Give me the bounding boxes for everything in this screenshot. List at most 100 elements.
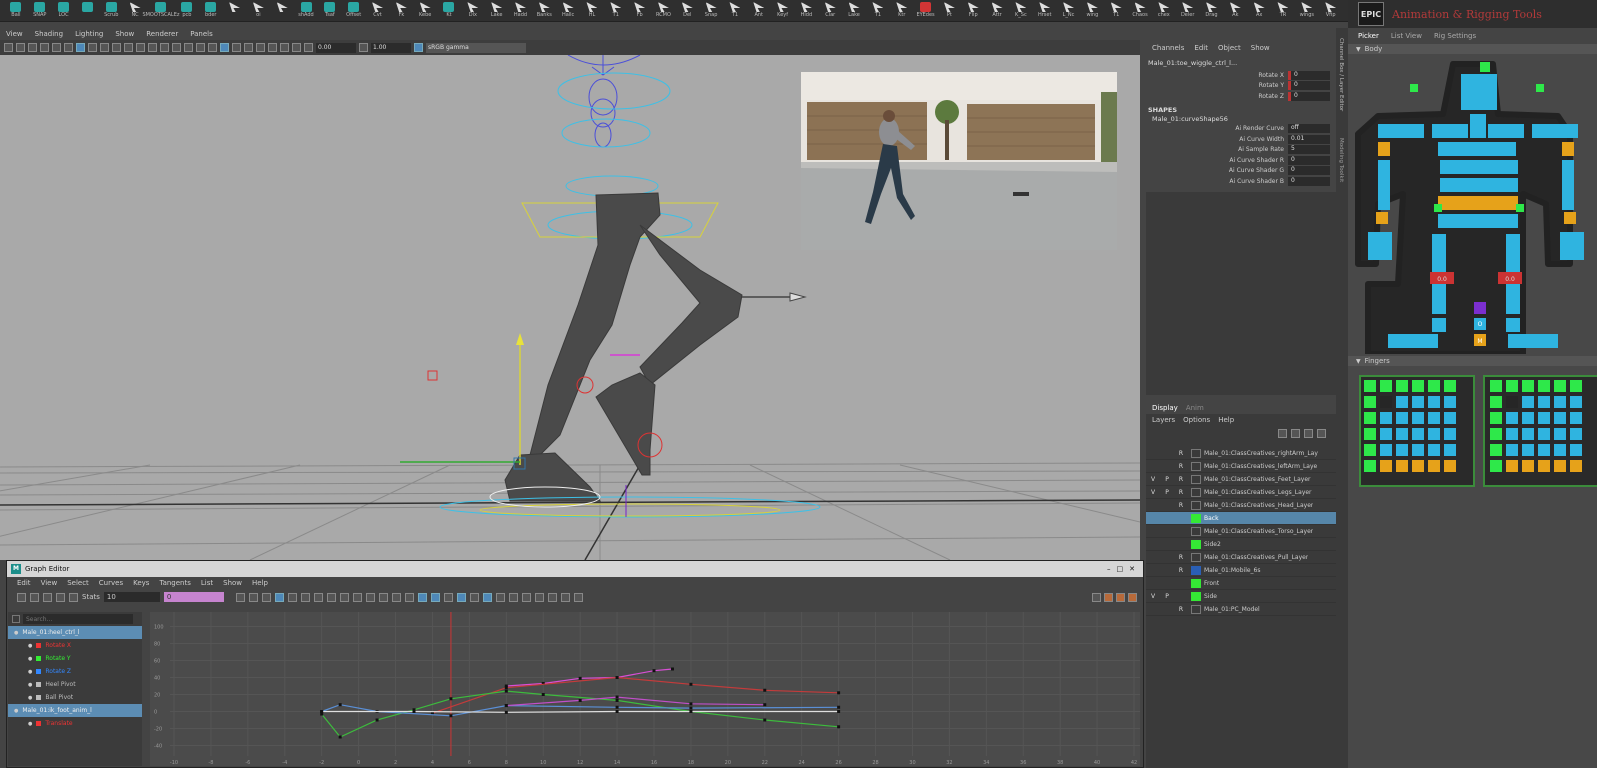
channel-attr-value[interactable]: 0 (1288, 166, 1330, 176)
eye-icon[interactable]: ● (28, 695, 32, 701)
layer-reference-toggle[interactable]: R (1174, 606, 1188, 613)
finger-root-control[interactable] (1538, 380, 1550, 392)
pre-infinity-offset-icon[interactable] (508, 592, 518, 602)
keyframe-point[interactable] (763, 718, 767, 722)
graph-menu-keys[interactable]: Keys (133, 579, 149, 587)
layer-reference-toggle[interactable]: R (1174, 476, 1188, 483)
layer-reference-toggle[interactable]: R (1174, 489, 1188, 496)
finger-root-control[interactable] (1364, 380, 1376, 392)
layer-color-swatch[interactable] (1191, 500, 1201, 510)
linear-tangent-icon[interactable] (313, 592, 323, 602)
elbow-r-control[interactable] (1564, 212, 1576, 224)
shelf-button[interactable]: Offset (344, 2, 364, 20)
shelf-button[interactable]: Hallc (558, 2, 578, 20)
keyframe-point[interactable] (338, 703, 342, 707)
finger-joint-control[interactable] (1522, 460, 1534, 472)
shelf-button[interactable]: Ktr (892, 2, 912, 20)
finger-joint-control[interactable] (1538, 428, 1550, 440)
layer-reference-toggle[interactable]: R (1174, 450, 1188, 457)
graph-menu-edit[interactable]: Edit (17, 579, 31, 587)
keyframe-point[interactable] (615, 676, 619, 679)
layout3-icon[interactable] (1128, 592, 1137, 602)
shelf-button[interactable]: Ball (6, 2, 26, 20)
buffer-curve-icon[interactable] (365, 592, 375, 602)
graph-menu-curves[interactable]: Curves (99, 579, 123, 587)
finger-ik-control[interactable] (1364, 428, 1376, 440)
tab-channel-box-layer-editor[interactable]: Channel Box / Layer Editor (1338, 38, 1344, 111)
layer-color-swatch[interactable] (1191, 487, 1201, 497)
shelf-button[interactable]: Ax (1249, 2, 1269, 20)
shelf-button[interactable]: K_Sc (1011, 2, 1031, 20)
shelf-button[interactable]: Drag (1202, 2, 1222, 20)
pv-r-control[interactable] (1516, 204, 1524, 212)
keyframe-point[interactable] (837, 710, 841, 713)
finger-root-control[interactable] (1554, 380, 1566, 392)
finger-joint-control[interactable] (1380, 412, 1392, 424)
viewport-menu-view[interactable]: View (6, 30, 23, 38)
finger-joint-control[interactable] (1570, 460, 1582, 472)
bookmark-icon[interactable] (28, 43, 37, 52)
lights-icon[interactable] (196, 43, 205, 52)
outliner-item[interactable]: ● Male_01:ik_foot_anim_l (8, 704, 142, 717)
channel-attr-row[interactable]: Ai Curve Width 0.01 (1146, 134, 1336, 145)
eye-icon[interactable]: ● (28, 656, 32, 662)
shelf-button[interactable]: Hrset (1035, 2, 1055, 20)
channel-attr-row[interactable]: Rotate Z 0 (1146, 91, 1336, 102)
layer-row[interactable]: V P Side (1146, 590, 1336, 603)
channel-menu-object[interactable]: Object (1218, 44, 1241, 52)
finger-joint-control[interactable] (1412, 396, 1424, 408)
shelf-button[interactable]: SMOOTSCALEz (142, 2, 180, 20)
finger-joint-control[interactable] (1522, 412, 1534, 424)
channel-attr-row[interactable]: Rotate Y 0 (1146, 81, 1336, 92)
anti-alias-icon[interactable] (280, 43, 289, 52)
shelf-button[interactable]: HL (582, 2, 602, 20)
keyframe-point[interactable] (504, 710, 508, 714)
wireframe-icon[interactable] (160, 43, 169, 52)
dope-sheet-icon[interactable] (547, 592, 557, 602)
normalize-icon[interactable] (469, 592, 479, 602)
eye-icon[interactable]: ● (28, 682, 32, 688)
shelf-button[interactable]: Fk (391, 2, 411, 20)
finger-root-control[interactable] (1428, 380, 1440, 392)
region-icon[interactable] (56, 592, 65, 602)
finger-joint-control[interactable] (1412, 428, 1424, 440)
keyframe-point[interactable] (670, 667, 674, 671)
finger-joint-control[interactable] (1554, 396, 1566, 408)
textured-icon[interactable] (184, 43, 193, 52)
image-plane-icon[interactable] (40, 43, 49, 52)
shelf-button[interactable]: Snap (701, 2, 721, 20)
ik-arm-r-control[interactable] (1536, 84, 1544, 92)
gamma-field[interactable]: 1.00 (371, 42, 411, 53)
shelf-button[interactable]: wing (1082, 2, 1102, 20)
isolate-select-icon[interactable] (244, 43, 253, 52)
finger-joint-control[interactable] (1396, 412, 1408, 424)
layer-tab-anim[interactable]: Anim (1186, 404, 1204, 412)
neck-control[interactable] (1470, 114, 1486, 138)
viewport-menu-shading[interactable]: Shading (35, 30, 63, 38)
break-tangent-icon[interactable] (391, 592, 401, 602)
finger-joint-control[interactable] (1428, 428, 1440, 440)
channel-attr-row[interactable]: Ai Curve Shader R 0 (1146, 155, 1336, 166)
value-snap-icon[interactable] (456, 592, 466, 602)
new-layer-icon[interactable] (1304, 429, 1313, 438)
keyframe-point[interactable] (615, 710, 619, 713)
finger-root-control[interactable] (1506, 380, 1518, 392)
finger-joint-control[interactable] (1444, 444, 1456, 456)
graph-menu-help[interactable]: Help (252, 579, 268, 587)
graph-menu-select[interactable]: Select (67, 579, 89, 587)
layer-reference-toggle[interactable]: R (1174, 554, 1188, 561)
finger-joint-control[interactable] (1554, 428, 1566, 440)
shelf-button[interactable]: Ant (749, 2, 769, 20)
minimize-icon[interactable]: – (1107, 565, 1111, 573)
smooth-shade-icon[interactable] (172, 43, 181, 52)
finger-joint-control[interactable] (1428, 444, 1440, 456)
shelf-button[interactable]: L_Nc (1059, 2, 1079, 20)
spine-3-control[interactable] (1440, 160, 1518, 174)
shelf-button[interactable]: Lake (844, 2, 864, 20)
channel-menu-channels[interactable]: Channels (1152, 44, 1184, 52)
grease-pencil-icon[interactable] (64, 43, 73, 52)
keyframe-point[interactable] (763, 688, 767, 692)
shelf-button[interactable]: oi (248, 2, 268, 20)
pv-l-control[interactable] (1434, 204, 1442, 212)
2d-pan-icon[interactable] (52, 43, 61, 52)
